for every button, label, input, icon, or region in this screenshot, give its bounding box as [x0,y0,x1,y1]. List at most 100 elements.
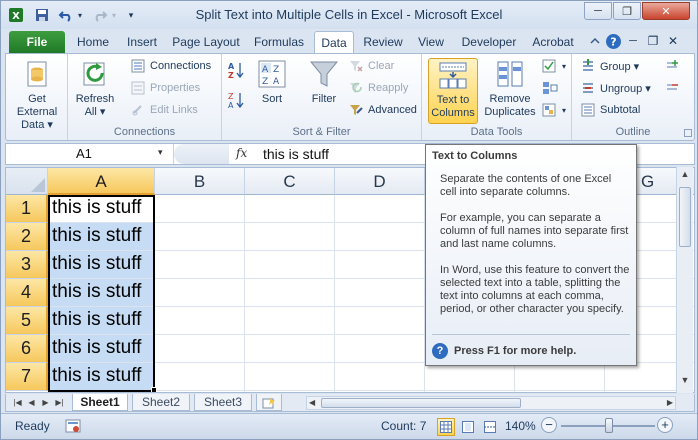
sheet-tab-sheet2[interactable]: Sheet2 [132,394,190,411]
next-sheet-icon[interactable]: ▶ [40,396,51,409]
sort-za-button[interactable]: ZA [228,90,248,110]
excel-app-icon[interactable]: X [7,6,25,24]
consolidate-button[interactable] [542,78,562,98]
tab-page-layout[interactable]: Page Layout [169,31,243,53]
cell-a2[interactable]: this is stuff [48,223,155,251]
formula-input[interactable]: this is stuff [263,146,329,162]
customize-qat-icon[interactable]: ▾ [125,6,137,24]
row-header-1[interactable]: 1 [6,195,48,223]
tab-developer[interactable]: Developer [456,31,522,53]
tab-review[interactable]: Review [359,31,407,53]
sheet-tab-sheet1[interactable]: Sheet1 [72,394,128,411]
horizontal-scroll-thumb[interactable] [321,398,521,408]
connections-button[interactable]: Connections [130,56,211,76]
zoom-level[interactable]: 140% [505,419,536,433]
scroll-down-icon[interactable]: ▼ [679,375,691,389]
column-header-d[interactable]: D [335,168,425,195]
help-icon[interactable]: ? [604,32,622,50]
zoom-slider-thumb[interactable] [605,418,613,433]
column-header-a[interactable]: A [48,168,155,195]
fill-handle[interactable] [151,387,157,392]
subtotal-button[interactable]: Subtotal [580,100,640,120]
prev-sheet-icon[interactable]: ◀ [26,396,37,409]
row-header-2[interactable]: 2 [6,223,48,251]
macro-record-icon[interactable] [65,418,81,434]
sort-az-button[interactable]: AZ [228,60,248,80]
get-external-data-button[interactable]: Get External Data ▾ [8,58,66,132]
properties-button[interactable]: Properties [130,78,200,98]
last-sheet-icon[interactable]: ▶| [54,396,65,409]
scroll-right-icon[interactable]: ▶ [667,398,673,407]
undo-icon[interactable] [57,6,75,24]
cell-a3[interactable]: this is stuff [48,251,155,279]
column-header-b[interactable]: B [155,168,245,195]
name-box-dropdown-icon[interactable]: ▾ [158,147,163,158]
cell-a7[interactable]: this is stuff [48,363,155,391]
cell-a1[interactable]: this is stuff [48,195,155,223]
minimize-ribbon-icon[interactable] [586,32,604,50]
tooltip-paragraph-1: Separate the contents of one Excel cell … [440,173,612,198]
insert-function-icon[interactable]: fx [236,146,247,160]
workbook-minimize-icon[interactable]: ─ [624,32,642,50]
edit-links-button[interactable]: Edit Links [130,100,198,120]
data-validation-button[interactable]: ▾ [542,56,566,76]
row-header-7[interactable]: 7 [6,363,48,391]
zoom-in-button[interactable]: + [657,417,673,433]
sort-button[interactable]: AZZA Sort [252,58,292,106]
workbook-restore-icon[interactable]: ❐ [644,32,662,50]
column-header-c[interactable]: C [245,168,335,195]
filter-button[interactable]: Filter [302,58,346,106]
row-header-4[interactable]: 4 [6,279,48,307]
refresh-all-button[interactable]: Refresh All ▾ [72,58,118,119]
tab-file[interactable]: File [9,31,65,53]
page-break-view-button[interactable] [481,418,499,436]
zoom-out-button[interactable]: − [541,417,557,433]
close-button[interactable]: ✕ [642,2,690,20]
first-sheet-icon[interactable]: |◀ [12,396,23,409]
vertical-scroll-thumb[interactable] [679,187,691,247]
tab-formulas[interactable]: Formulas [249,31,309,53]
text-to-columns-button[interactable]: Text to Columns [428,58,478,124]
outline-dialog-launcher-icon[interactable] [684,129,692,137]
select-all-corner[interactable] [6,168,48,195]
cell-a4[interactable]: this is stuff [48,279,155,307]
tab-insert[interactable]: Insert [119,31,165,53]
hide-detail-button[interactable] [664,78,684,98]
horizontal-scrollbar[interactable]: ◀ ▶ [306,396,676,410]
advanced-button[interactable]: Advanced [348,100,417,120]
what-if-analysis-button[interactable]: ▾ [542,100,566,120]
restore-button[interactable]: ❐ [613,2,641,20]
redo-dropdown-icon[interactable]: ▾ [110,6,118,24]
svg-text:Z: Z [228,92,234,101]
help-circle-icon: ? [432,343,448,359]
ungroup-button[interactable]: Ungroup ▾ [580,78,651,98]
redo-icon[interactable] [91,6,109,24]
sheet-tab-sheet3[interactable]: Sheet3 [194,394,252,411]
scroll-left-icon[interactable]: ◀ [309,398,315,407]
name-box[interactable]: A1 [6,144,174,164]
row-header-5[interactable]: 5 [6,307,48,335]
vertical-scrollbar[interactable]: ▲ ▼ [676,167,693,393]
remove-duplicates-button[interactable]: Remove Duplicates [480,58,540,119]
save-icon[interactable] [33,6,51,24]
tab-data[interactable]: Data [314,31,354,54]
normal-view-button[interactable] [437,418,455,436]
insert-worksheet-button[interactable] [256,394,282,411]
cell-a5[interactable]: this is stuff [48,307,155,335]
undo-dropdown-icon[interactable]: ▾ [76,6,84,24]
workbook-close-icon[interactable]: ✕ [664,32,682,50]
tab-acrobat[interactable]: Acrobat [527,31,579,53]
cell-a6[interactable]: this is stuff [48,335,155,363]
group-button[interactable]: Group ▾ [580,56,639,76]
page-layout-view-button[interactable] [459,418,477,436]
row-header-3[interactable]: 3 [6,251,48,279]
formula-bar-splitter[interactable] [174,144,229,164]
tab-home[interactable]: Home [72,31,114,53]
show-detail-button[interactable] [664,56,684,76]
row-header-6[interactable]: 6 [6,335,48,363]
minimize-button[interactable]: ─ [584,2,612,20]
scroll-up-icon[interactable]: ▲ [679,169,691,183]
tab-view[interactable]: View [411,31,451,53]
reapply-button[interactable]: Reapply [348,78,408,98]
clear-button[interactable]: Clear [348,56,394,76]
